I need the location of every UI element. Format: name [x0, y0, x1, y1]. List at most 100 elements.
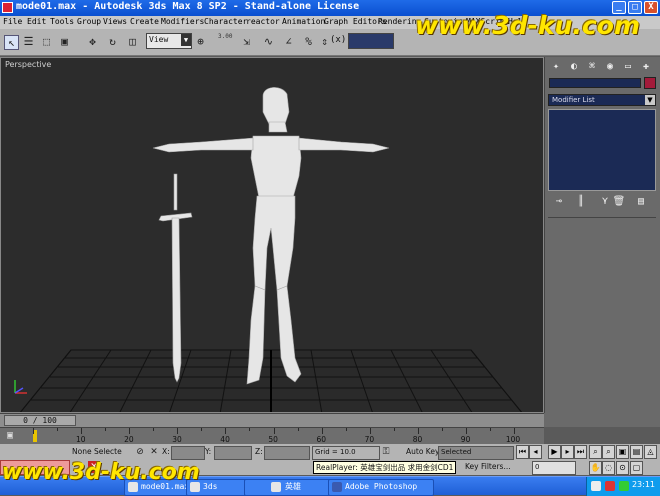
edit-named-selection-label[interactable]: (x)	[330, 35, 346, 45]
auto-key-label[interactable]: Auto Key	[406, 447, 439, 456]
z-coordinate-field[interactable]	[264, 446, 310, 460]
pin-stack-icon[interactable]: ⊸	[552, 195, 566, 209]
menu-views[interactable]: Views	[103, 17, 127, 26]
close-button[interactable]: X	[644, 1, 658, 14]
rotate-icon[interactable]: ↻	[106, 35, 119, 48]
menu-edit[interactable]: Edit	[27, 17, 46, 26]
absolute-mode-icon[interactable]: ✕	[148, 446, 160, 458]
snap-spinner-value[interactable]: 3.00	[218, 33, 232, 40]
object-name-field[interactable]	[549, 78, 641, 88]
tray-icon[interactable]	[605, 481, 615, 491]
key-filters-button[interactable]: Key Filters...	[465, 462, 511, 471]
coord-system-value: View	[149, 35, 169, 44]
menu-group[interactable]: Group	[77, 17, 101, 26]
track-tick	[441, 428, 443, 431]
lock-selection-icon[interactable]: ⊘	[134, 446, 146, 458]
track-tick	[225, 428, 227, 434]
command-panel: ✦ ◐ ⌘ ◉ ▭ ✚ Modifier List ▼ ⊸ ║ ⋎ 🗑 ▤	[544, 57, 660, 413]
zoom-icon[interactable]: ⌕	[589, 445, 602, 459]
menu-reactor[interactable]: reactor	[246, 17, 280, 26]
orbit-subobject-icon[interactable]: ⊙	[616, 461, 629, 475]
track-bar[interactable]: ▣ 10 20 30 40 50 60 70 80 90 100	[0, 427, 544, 444]
track-tick	[201, 428, 203, 431]
tray-icon[interactable]	[619, 481, 629, 491]
angle-snap-icon[interactable]: ∠	[282, 35, 295, 48]
previous-frame-icon[interactable]: ◂	[529, 445, 542, 459]
x-coordinate-field[interactable]	[171, 446, 205, 460]
next-frame-icon[interactable]: ▸	[561, 445, 574, 459]
modifier-list-label: Modifier List	[552, 96, 595, 104]
tray-icon[interactable]	[591, 481, 601, 491]
zoom-extents-all-icon[interactable]: ▤	[630, 445, 643, 459]
grid-spacing: Grid = 10.0	[312, 446, 380, 460]
menu-tools[interactable]: Tools	[50, 17, 74, 26]
photoshop-icon	[332, 482, 342, 492]
menu-file[interactable]: File	[3, 17, 22, 26]
display-tab-icon[interactable]: ▭	[621, 60, 635, 73]
taskbar-item-photoshop[interactable]: Adobe Photoshop	[328, 479, 434, 496]
track-bar-menu-icon[interactable]: ▣	[3, 430, 17, 442]
chevron-down-icon: ▼	[181, 34, 191, 46]
select-arrow-icon[interactable]: ↖	[4, 35, 19, 50]
orbit-icon[interactable]: ◌	[602, 461, 615, 475]
remove-modifier-icon[interactable]: 🗑	[612, 195, 626, 209]
time-slider-handle[interactable]: 0 / 100	[4, 415, 76, 426]
scale-icon[interactable]: ◫	[126, 35, 139, 48]
zoom-all-icon[interactable]: ⌕	[602, 445, 615, 459]
menu-modifiers[interactable]: Modifiers	[161, 17, 204, 26]
y-coordinate-field[interactable]	[214, 446, 252, 460]
key-mode-icon[interactable]: ⚿	[380, 446, 392, 458]
hierarchy-tab-icon[interactable]: ⌘	[585, 60, 599, 73]
track-tick-label: 60	[316, 435, 327, 444]
taskbar-item-label: Adobe Photoshop	[345, 482, 418, 491]
track-tick	[153, 428, 155, 431]
current-frame-field[interactable]: 0	[532, 461, 576, 475]
stack-buttons: ⊸ ║ ⋎ 🗑 ▤	[548, 195, 656, 211]
select-by-name-icon[interactable]: ☰	[22, 35, 35, 48]
window-crossing-icon[interactable]: ▣	[58, 35, 71, 48]
go-to-end-icon[interactable]: ⏭	[574, 445, 587, 459]
motion-tab-icon[interactable]: ◉	[603, 60, 617, 73]
select-manipulate-icon[interactable]: ⇲	[240, 35, 253, 48]
modifier-list-dropdown[interactable]: Modifier List ▼	[548, 94, 656, 106]
percent-snap-icon[interactable]: %	[302, 35, 315, 48]
utilities-tab-icon[interactable]: ✚	[639, 60, 653, 73]
named-selection-field[interactable]	[348, 33, 394, 49]
y-label: Y:	[205, 447, 212, 456]
watermark-bottom: www.3d-ku.com	[2, 460, 200, 485]
track-tick	[33, 428, 34, 434]
system-tray: 23:11	[586, 477, 660, 496]
taskbar-item-label: 英雄	[285, 482, 301, 491]
maximize-viewport-icon[interactable]: ▢	[630, 461, 643, 475]
modifier-stack[interactable]	[548, 109, 656, 191]
snap-toggle-icon[interactable]: ∿	[262, 35, 275, 48]
field-of-view-icon[interactable]: ◬	[644, 445, 657, 459]
modify-tab-icon[interactable]: ◐	[567, 60, 581, 73]
track-tick	[105, 428, 107, 431]
create-tab-icon[interactable]: ✦	[549, 60, 563, 73]
track-tick-label: 40	[220, 435, 230, 444]
perspective-viewport[interactable]: Perspective	[0, 57, 544, 413]
show-end-result-icon[interactable]: ║	[574, 195, 588, 209]
time-slider[interactable]: 0 / 100	[0, 413, 544, 427]
selection-set-dropdown[interactable]: Selected	[438, 446, 514, 460]
menu-create[interactable]: Create	[130, 17, 159, 26]
make-unique-icon[interactable]: ⋎	[598, 195, 612, 209]
region-select-icon[interactable]: ⬚	[40, 35, 53, 48]
move-icon[interactable]: ✥	[86, 35, 99, 48]
menu-character[interactable]: Character	[204, 17, 247, 26]
zoom-extents-icon[interactable]: ▣	[616, 445, 629, 459]
reference-coordinate-dropdown[interactable]: View ▼	[146, 33, 192, 49]
track-tick	[514, 428, 515, 434]
pan-icon[interactable]: ✋	[589, 461, 602, 475]
axis-tripod-icon	[14, 380, 27, 394]
object-color-swatch[interactable]	[644, 77, 656, 89]
play-icon[interactable]: ▶	[548, 445, 561, 459]
app-icon[interactable]	[2, 2, 13, 13]
configure-sets-icon[interactable]: ▤	[634, 195, 648, 209]
selected-mode-value: Selected	[441, 448, 472, 456]
pivot-center-icon[interactable]: ⊕	[194, 35, 207, 48]
track-tick-label: 70	[364, 435, 375, 444]
go-to-start-icon[interactable]: ⏮	[516, 445, 529, 459]
menu-animation[interactable]: Animation	[282, 17, 325, 26]
